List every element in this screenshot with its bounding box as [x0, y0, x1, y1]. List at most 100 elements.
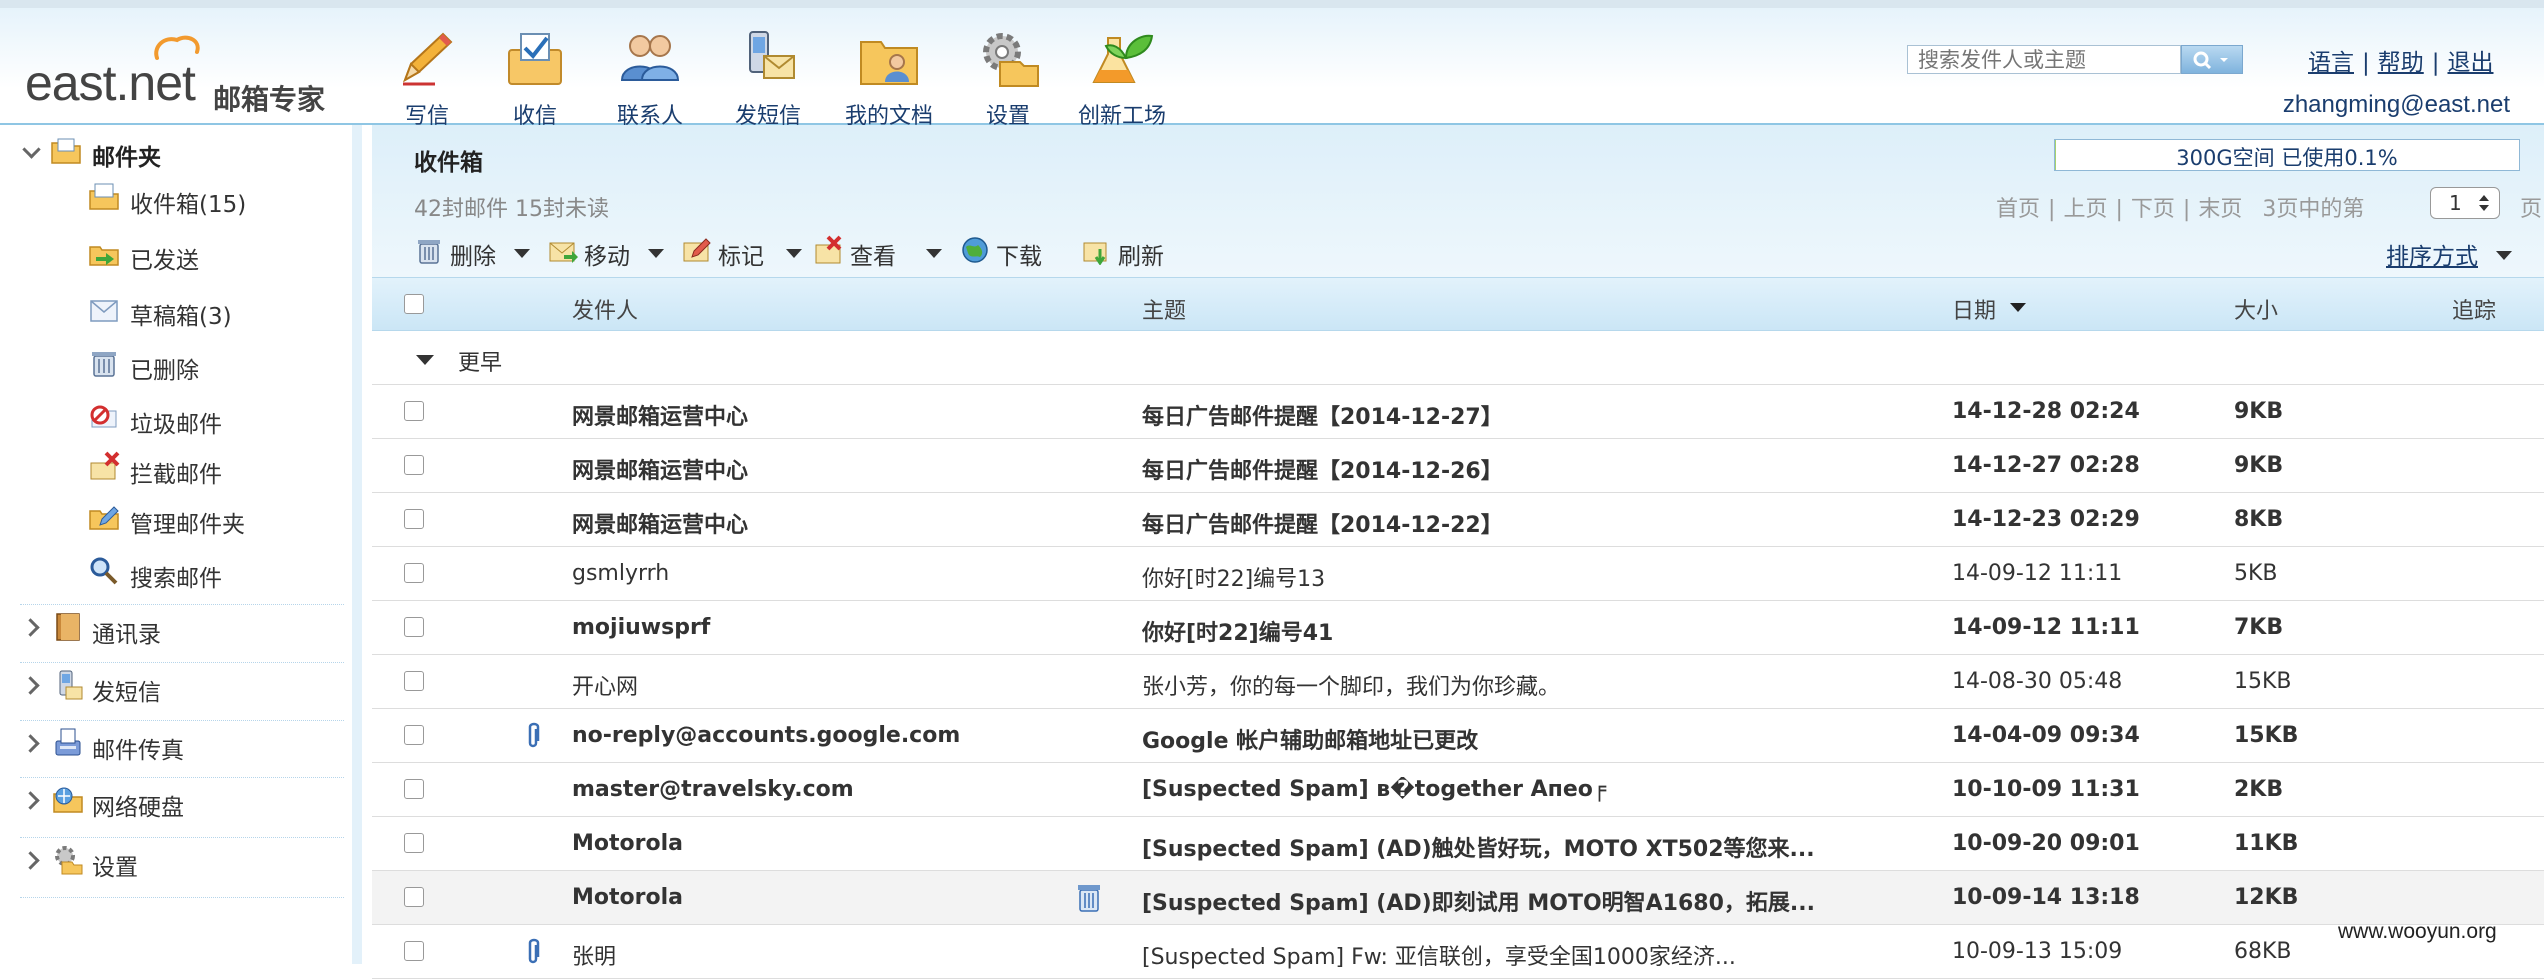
row-checkbox[interactable]	[404, 779, 424, 799]
link-separator: |	[2432, 50, 2440, 76]
toolbar-docs-button[interactable]: 我的文档	[836, 28, 942, 128]
table-row[interactable]: mojiuwsprf你好[时22]编号4114-09-12 11:117KB	[372, 601, 2544, 655]
toolbar-settings-button[interactable]: 设置	[976, 28, 1040, 128]
sidebar-group-fax[interactable]: 邮件传真	[20, 720, 344, 765]
column-sender[interactable]: 发件人	[572, 293, 638, 325]
row-date: 10-09-13 15:09	[1952, 939, 2212, 964]
sidebar-item-manage[interactable]: 管理邮件夹	[88, 501, 344, 541]
page-number-stepper[interactable]: 1	[2430, 187, 2500, 219]
brand-logo[interactable]: east.net 邮箱专家	[25, 32, 355, 112]
table-header: 发件人 主题 日期 大小 追踪	[372, 277, 2544, 331]
pager-prev-link[interactable]: 上页	[2063, 197, 2107, 222]
row-sender: mojiuwsprf	[572, 615, 1092, 640]
row-checkbox[interactable]	[404, 887, 424, 907]
app-header: east.net 邮箱专家 写信 收信	[0, 0, 2544, 125]
sidebar-item-drafts[interactable]: 草稿箱(3)	[88, 293, 344, 333]
view-button[interactable]: 查看	[814, 233, 944, 269]
row-checkbox[interactable]	[404, 401, 424, 421]
row-checkbox[interactable]	[404, 509, 424, 529]
pager-suffix: 页	[2520, 191, 2542, 223]
table-row[interactable]: 网景邮箱运营中心每日广告邮件提醒【2014-12-26】14-12-27 02:…	[372, 439, 2544, 493]
sidebar-group-label: 邮件传真	[92, 731, 184, 765]
manage-folder-icon	[88, 501, 120, 533]
sidebar-item-sent[interactable]: 已发送	[88, 237, 344, 277]
row-sender: Motorola	[572, 885, 1092, 910]
sidebar-group-address-book[interactable]: 通讯录	[20, 604, 344, 649]
search-button[interactable]	[2181, 45, 2243, 74]
inbox-folder-icon	[88, 181, 120, 213]
sidebar-item-trash[interactable]: 已删除	[88, 347, 344, 387]
pager-last-link[interactable]: 末页	[2198, 197, 2242, 222]
toolbar-write-button[interactable]: 写信	[392, 28, 462, 128]
column-size[interactable]: 大小	[2234, 293, 2278, 325]
table-row[interactable]: 网景邮箱运营中心每日广告邮件提醒【2014-12-22】14-12-23 02:…	[372, 493, 2544, 547]
sidebar-group-label: 通讯录	[92, 615, 161, 649]
sidebar-item-blocked[interactable]: 拦截邮件	[88, 451, 344, 491]
sidebar-item-spam[interactable]: 垃圾邮件	[88, 401, 344, 441]
group-header-earlier[interactable]: 更早	[372, 331, 2544, 385]
language-link[interactable]: 语言	[2308, 50, 2354, 76]
toolbar-lab-button[interactable]: 创新工场	[1072, 28, 1172, 128]
row-checkbox[interactable]	[404, 941, 424, 961]
row-checkbox[interactable]	[404, 455, 424, 475]
table-row[interactable]: 张明[Suspected Spam] Fw: 亚信联创，享受全国1000家经济.…	[372, 925, 2544, 979]
row-size: 2KB	[2234, 777, 2394, 802]
sidebar-mailbox-title: 邮件夹	[92, 138, 161, 172]
sidebar-mailbox-header[interactable]: 邮件夹	[20, 135, 340, 169]
table-row[interactable]: 开心网张小芳，你的每一个脚印，我们为你珍藏。14-08-30 05:4815KB	[372, 655, 2544, 709]
sidebar-item-search-mail[interactable]: 搜索邮件	[88, 555, 344, 595]
sidebar-group-sms[interactable]: 发短信	[20, 662, 344, 707]
toolbar-receive-button[interactable]: 收信	[500, 28, 570, 128]
row-checkbox[interactable]	[404, 725, 424, 745]
my-documents-icon	[857, 28, 921, 90]
help-link[interactable]: 帮助	[2378, 50, 2424, 76]
row-date: 10-09-20 09:01	[1952, 831, 2212, 856]
watermark: www.wooyun.org	[2338, 920, 2497, 944]
refresh-button[interactable]: 刷新	[1082, 233, 1182, 269]
drafts-folder-icon	[88, 293, 120, 325]
row-subject: Google 帐户辅助邮箱地址已更改	[1142, 723, 1922, 755]
sidebar-item-label: 拦截邮件	[130, 455, 222, 489]
move-button[interactable]: 移动	[548, 233, 668, 269]
phone-sms-icon	[736, 28, 800, 90]
pager-first-link[interactable]: 首页	[1996, 197, 2040, 222]
column-date[interactable]: 日期	[1952, 293, 1996, 325]
mark-button[interactable]: 标记	[682, 233, 802, 269]
table-row[interactable]: Motorola[Suspected Spam] (AD)触处皆好玩，MOTO …	[372, 817, 2544, 871]
table-row[interactable]: 网景邮箱运营中心每日广告邮件提醒【2014-12-27】14-12-28 02:…	[372, 385, 2544, 439]
settings-icon	[52, 844, 84, 876]
trash-folder-icon	[88, 347, 120, 379]
row-date: 10-10-09 11:31	[1952, 777, 2212, 802]
toolbar-contacts-button[interactable]: 联系人	[610, 28, 690, 128]
column-subject[interactable]: 主题	[1142, 293, 1186, 325]
row-size: 7KB	[2234, 615, 2394, 640]
sidebar-item-inbox[interactable]: 收件箱(15)	[88, 181, 344, 221]
collapse-arrow-icon	[21, 851, 39, 869]
sidebar-item-label: 收件箱(15)	[130, 185, 246, 219]
row-date: 14-12-23 02:29	[1952, 507, 2212, 532]
row-checkbox[interactable]	[404, 671, 424, 691]
row-sender: 网景邮箱运营中心	[572, 507, 1092, 539]
row-checkbox[interactable]	[404, 833, 424, 853]
select-all-checkbox[interactable]	[404, 294, 424, 314]
column-track[interactable]: 追踪	[2452, 293, 2496, 325]
flask-sprout-icon	[1090, 28, 1154, 90]
sidebar-item-label: 垃圾邮件	[130, 405, 222, 439]
sort-dropdown[interactable]: 排序方式	[2386, 237, 2478, 271]
table-row[interactable]: gsmlyrrh你好[时22]编号1314-09-12 11:115KB	[372, 547, 2544, 601]
logout-link[interactable]: 退出	[2448, 50, 2494, 76]
row-subject: 你好[时22]编号13	[1142, 561, 1922, 593]
pager-next-link[interactable]: 下页	[2131, 197, 2175, 222]
table-row[interactable]: master@travelsky.com[Suspected Spam] в�t…	[372, 763, 2544, 817]
sidebar-group-settings[interactable]: 设置	[20, 837, 344, 882]
sidebar-group-network-disk[interactable]: 网络硬盘	[20, 777, 344, 822]
table-row[interactable]: Motorola[Suspected Spam] (AD)即刻试用 MOTO明智…	[372, 871, 2544, 925]
table-row[interactable]: no-reply@accounts.google.comGoogle 帐户辅助邮…	[372, 709, 2544, 763]
row-delete-icon[interactable]	[1074, 881, 1104, 913]
row-checkbox[interactable]	[404, 563, 424, 583]
delete-button[interactable]: 删除	[414, 233, 534, 269]
row-checkbox[interactable]	[404, 617, 424, 637]
download-button[interactable]: 下载	[960, 233, 1060, 269]
search-input[interactable]	[1907, 45, 2181, 74]
toolbar-sms-button[interactable]: 发短信	[728, 28, 808, 128]
